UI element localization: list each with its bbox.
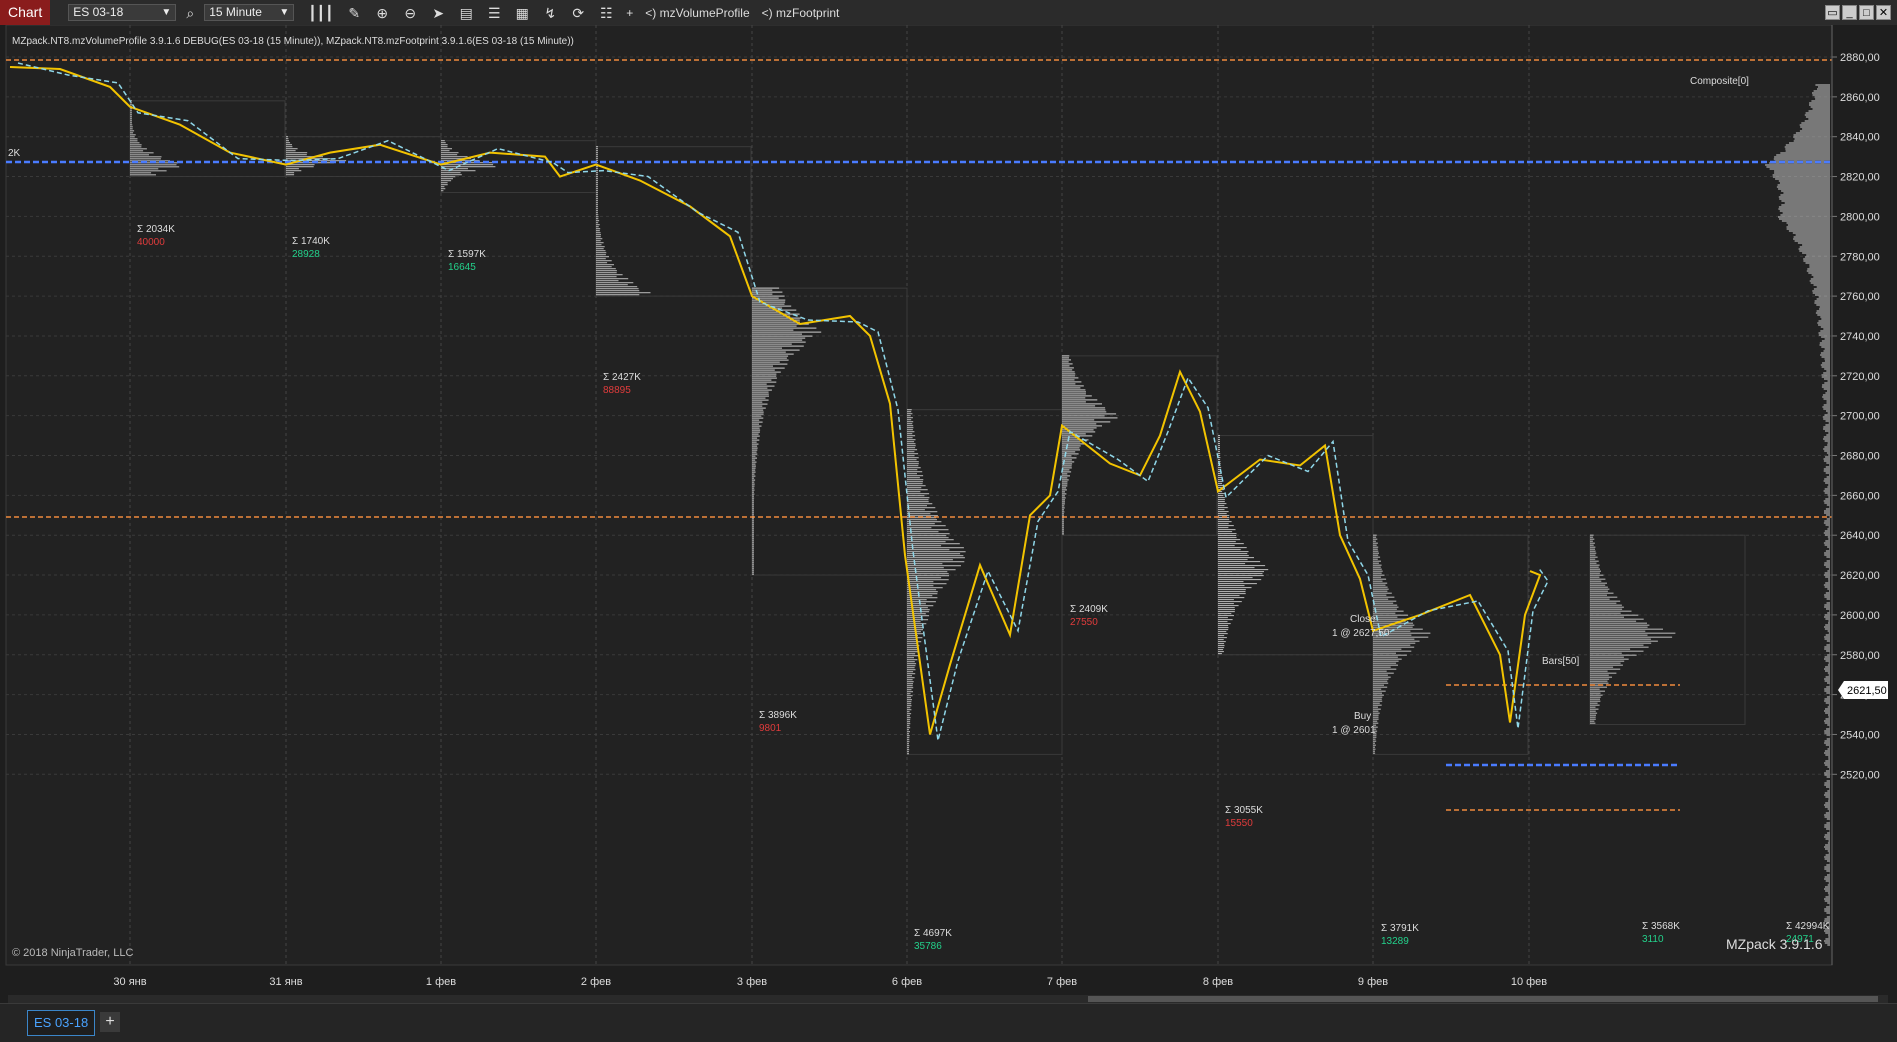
- session-total-volume: Σ 1740K: [292, 236, 330, 247]
- chart-toolbar: Chart ES 03-18 ▼ ⌕ 15 Minute ▼ ┃┃┃ ✎ ⊕ ⊖ ➤…: [0, 0, 1897, 26]
- properties-icon[interactable]: ☰: [485, 4, 503, 22]
- indicator-header: MZpack.NT8.mzVolumeProfile 3.9.1.6 DEBUG…: [12, 36, 574, 47]
- session-total-volume: Σ 3568K: [1642, 921, 1680, 932]
- horizontal-scrollbar[interactable]: [8, 995, 1888, 1003]
- composite-label: Composite[0]: [1690, 76, 1749, 87]
- instrument-tabs-bar: ES 03-18 +: [0, 1003, 1897, 1042]
- templates-icon[interactable]: ▦: [513, 4, 531, 22]
- zoom-in-icon[interactable]: ⊕: [373, 4, 391, 22]
- price-label: 2520,00: [1840, 769, 1880, 781]
- bar-style-icon[interactable]: ┃┃┃: [308, 4, 333, 22]
- chart-title: Chart: [0, 0, 51, 25]
- reload-icon[interactable]: ⟳: [569, 4, 587, 22]
- price-label: 2540,00: [1840, 729, 1880, 741]
- watermark-text: MZpack 3.9.1.6: [1726, 936, 1823, 952]
- price-chart[interactable]: 2880,00 2860,00 2840,00 2820,00 2800,00 2780,…: [0, 25, 1897, 995]
- price-label: 2600,00: [1840, 610, 1880, 622]
- pencil-icon[interactable]: ✎: [345, 4, 363, 22]
- tab-es-03-18[interactable]: ES 03-18: [27, 1010, 96, 1036]
- price-label: 2680,00: [1840, 451, 1880, 463]
- price-label: 2840,00: [1840, 132, 1880, 144]
- indicator-toggle-1[interactable]: <) mzVolumeProfile: [645, 6, 749, 20]
- bars-label: Bars[50]: [1542, 656, 1579, 667]
- price-label: 2640,00: [1840, 530, 1880, 542]
- left-volume-label: 2K: [8, 148, 21, 159]
- price-label: 2660,00: [1840, 490, 1880, 502]
- close-icon[interactable]: ✕: [1876, 5, 1891, 20]
- instrument-selector[interactable]: ES 03-18 ▼: [68, 4, 177, 21]
- time-label: 9 фев: [1358, 976, 1388, 988]
- add-tab-button[interactable]: +: [100, 1012, 120, 1032]
- session-delta: 15550: [1225, 818, 1253, 829]
- maximize-icon[interactable]: □: [1859, 5, 1874, 20]
- list-icon[interactable]: ☷: [597, 4, 615, 22]
- copyright-text: © 2018 NinjaTrader, LLC: [12, 947, 133, 959]
- time-label: 31 янв: [269, 976, 302, 988]
- session-total-volume: Σ 3055K: [1225, 805, 1263, 816]
- session-delta: 28928: [292, 249, 320, 260]
- buy-order-detail: 1 @ 2601: [1332, 725, 1376, 736]
- current-price-text: 2621,50: [1847, 685, 1887, 697]
- pointer-icon[interactable]: ➤: [429, 4, 447, 22]
- session-delta: 27550: [1070, 617, 1098, 628]
- session-total-volume: Σ 3896K: [759, 710, 797, 721]
- time-label: 1 фев: [426, 976, 456, 988]
- session-total-volume: Σ 2034K: [137, 224, 175, 235]
- time-label: 30 янв: [113, 976, 146, 988]
- session-delta: 88895: [603, 385, 631, 396]
- indicator-arrow-1: <): [645, 5, 657, 20]
- chevron-down-icon: ▼: [279, 7, 290, 18]
- indicator-toggle-2[interactable]: <) mzFootprint: [762, 6, 840, 20]
- session-total-volume: Σ 3791K: [1381, 923, 1419, 934]
- zoom-out-icon[interactable]: ⊖: [401, 4, 419, 22]
- close-order-label: Close: [1350, 614, 1376, 625]
- price-label: 2820,00: [1840, 172, 1880, 184]
- indicator-arrow-2: <): [761, 5, 773, 20]
- interval-value: 15 Minute: [209, 5, 262, 19]
- data-box-icon[interactable]: ▤: [457, 4, 475, 22]
- session-total-volume: Σ 1597K: [448, 249, 486, 260]
- session-total-volume: Σ 2409K: [1070, 604, 1108, 615]
- close-order-detail: 1 @ 2627,50: [1332, 628, 1390, 639]
- add-indicator-button[interactable]: +: [626, 6, 633, 20]
- time-label: 8 фев: [1203, 976, 1233, 988]
- price-label: 2760,00: [1840, 291, 1880, 303]
- time-label: 6 фев: [892, 976, 922, 988]
- session-delta: 40000: [137, 237, 165, 248]
- instrument-value: ES 03-18: [73, 5, 124, 19]
- time-label: 3 фев: [737, 976, 767, 988]
- scrollbar-thumb[interactable]: [1088, 996, 1878, 1002]
- minimize-icon[interactable]: _: [1842, 5, 1857, 20]
- price-label: 2700,00: [1840, 411, 1880, 423]
- session-delta: 3110: [1642, 934, 1664, 945]
- price-label: 2800,00: [1840, 211, 1880, 223]
- session-delta: 13289: [1381, 936, 1409, 947]
- session-delta: 16645: [448, 262, 476, 273]
- price-label: 2880,00: [1840, 52, 1880, 64]
- price-label: 2860,00: [1840, 92, 1880, 104]
- price-label: 2740,00: [1840, 331, 1880, 343]
- chevron-down-icon: ▼: [161, 7, 172, 18]
- indicator-label-2: mzFootprint: [776, 5, 840, 20]
- time-label: 10 фев: [1511, 976, 1547, 988]
- price-label: 2720,00: [1840, 371, 1880, 383]
- time-label: 7 фев: [1047, 976, 1077, 988]
- price-label: 2580,00: [1840, 650, 1880, 662]
- interval-selector[interactable]: 15 Minute ▼: [204, 4, 295, 21]
- session-delta: 35786: [914, 941, 942, 952]
- price-label: 2780,00: [1840, 251, 1880, 263]
- price-label: 2620,00: [1840, 570, 1880, 582]
- strategies-icon[interactable]: ↯: [541, 4, 559, 22]
- session-delta: 9801: [759, 723, 782, 734]
- buy-order-label: Buy: [1354, 711, 1371, 722]
- session-total-volume: Σ 2427K: [603, 372, 641, 383]
- tile-icon[interactable]: ▭: [1825, 5, 1840, 20]
- session-total-volume: Σ 42994K: [1786, 921, 1830, 932]
- search-icon[interactable]: ⌕: [181, 4, 199, 22]
- indicator-label-1: mzVolumeProfile: [659, 5, 750, 20]
- session-total-volume: Σ 4697K: [914, 928, 952, 939]
- time-label: 2 фев: [581, 976, 611, 988]
- current-price-marker: 2621,50: [1838, 681, 1888, 699]
